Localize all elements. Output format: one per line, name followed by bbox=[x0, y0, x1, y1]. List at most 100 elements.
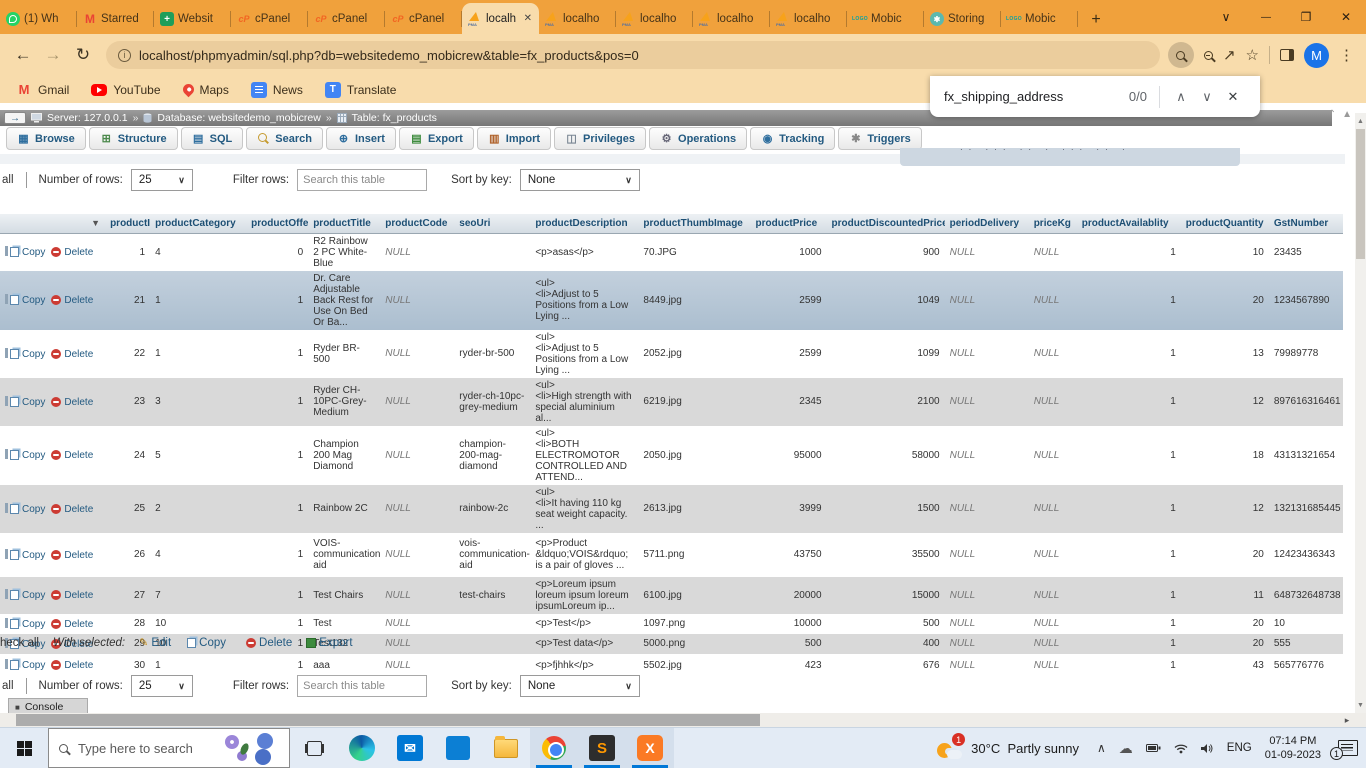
bookmark-item[interactable]: Maps bbox=[183, 83, 229, 97]
header-productOffer[interactable]: productOffer bbox=[246, 214, 308, 233]
file-explorer-button[interactable] bbox=[482, 728, 530, 768]
delete-row-link[interactable]: Delete bbox=[64, 550, 93, 561]
pma-tab-structure[interactable]: Structure bbox=[89, 127, 178, 150]
browser-menu-icon[interactable] bbox=[1339, 46, 1354, 64]
browser-tab[interactable]: Mobic bbox=[847, 4, 924, 34]
header-seoUri[interactable]: seoUri bbox=[454, 214, 530, 233]
pma-tab-sql[interactable]: SQL bbox=[181, 127, 244, 150]
pma-tab-browse[interactable]: Browse bbox=[6, 127, 86, 150]
header-productID[interactable]: productID bbox=[105, 214, 150, 233]
restore-button[interactable] bbox=[1286, 0, 1326, 34]
delete-row-link[interactable]: Delete bbox=[64, 295, 93, 306]
table-row[interactable]: CopyDelete28101TestNULL<p>Test</p>1097.p… bbox=[0, 614, 1343, 634]
header-periodDelivery[interactable]: periodDelivery bbox=[945, 214, 1029, 233]
side-panel-icon[interactable] bbox=[1280, 49, 1294, 61]
browser-tab[interactable]: cPanel bbox=[308, 4, 385, 34]
horizontal-scrollbar[interactable] bbox=[0, 713, 1366, 727]
battery-icon[interactable] bbox=[1146, 743, 1161, 753]
header-productDiscountedPrice[interactable]: productDiscountedPrice bbox=[827, 214, 945, 233]
weather-widget[interactable]: 1 30°C Partly sunny bbox=[927, 728, 1089, 768]
bookmark-item[interactable]: News bbox=[251, 82, 303, 98]
delete-row-link[interactable]: Delete bbox=[64, 247, 93, 258]
tab-close-icon[interactable] bbox=[523, 13, 533, 24]
header-productQuantity[interactable]: productQuantity bbox=[1181, 214, 1269, 233]
pma-tab-operations[interactable]: Operations bbox=[649, 127, 747, 150]
pma-tab-import[interactable]: Import bbox=[477, 127, 551, 150]
rows-per-page-select[interactable]: 25 bbox=[131, 675, 193, 697]
browser-tab[interactable]: cPanel bbox=[231, 4, 308, 34]
bookmark-item[interactable]: Gmail bbox=[16, 82, 69, 98]
pma-tab-triggers[interactable]: Triggers bbox=[838, 127, 921, 150]
share-icon[interactable] bbox=[1223, 46, 1236, 64]
tab-search-chevron-icon[interactable] bbox=[1206, 0, 1246, 34]
header-productThumbImage[interactable]: productThumbImage bbox=[638, 214, 750, 233]
forward-button[interactable] bbox=[38, 40, 68, 70]
table-row[interactable]: CopyDelete2331Ryder CH-10PC-Grey-MediumN… bbox=[0, 378, 1343, 426]
notification-center-button[interactable]: 1 bbox=[1338, 740, 1358, 756]
browser-tab[interactable]: cPanel bbox=[385, 4, 462, 34]
breadcrumb-database[interactable]: Database: websitedemo_mobicrew bbox=[157, 112, 320, 124]
copy-row-link[interactable]: Copy bbox=[22, 349, 45, 360]
browser-tab[interactable]: localh bbox=[462, 3, 539, 34]
header-productDescription[interactable]: productDescription bbox=[530, 214, 638, 233]
new-tab-button[interactable] bbox=[1082, 6, 1110, 34]
browser-tab[interactable]: (1) Wh bbox=[0, 4, 77, 34]
nav-panel-toggle-icon[interactable] bbox=[4, 112, 26, 124]
scroll-right-arrow-icon[interactable] bbox=[1340, 713, 1354, 727]
find-in-page-icon[interactable] bbox=[1168, 42, 1194, 68]
delete-row-link[interactable]: Delete bbox=[64, 397, 93, 408]
address-bar[interactable]: localhost/phpmyadmin/sql.php?db=websited… bbox=[106, 41, 1160, 69]
bookmark-item[interactable]: Translate bbox=[325, 82, 397, 98]
close-window-button[interactable] bbox=[1326, 0, 1366, 34]
find-next-button[interactable] bbox=[1194, 84, 1220, 110]
browser-tab[interactable]: localho bbox=[616, 4, 693, 34]
start-button[interactable] bbox=[0, 728, 48, 768]
site-info-icon[interactable] bbox=[118, 49, 131, 62]
browser-tab[interactable]: Websit bbox=[154, 4, 231, 34]
vertical-scrollbar[interactable] bbox=[1355, 113, 1366, 713]
scroll-up-arrow-icon[interactable] bbox=[1355, 115, 1366, 127]
mail-button[interactable] bbox=[386, 728, 434, 768]
minimize-button[interactable] bbox=[1246, 0, 1286, 34]
table-row[interactable]: CopyDelete2771Test ChairsNULLtest-chairs… bbox=[0, 577, 1343, 614]
scroll-top-icon[interactable] bbox=[1342, 109, 1352, 120]
delete-row-link[interactable]: Delete bbox=[64, 660, 93, 671]
bookmark-item[interactable]: YouTube bbox=[91, 83, 160, 97]
pma-tab-tracking[interactable]: Tracking bbox=[750, 127, 835, 150]
copy-selected-button[interactable]: Copy bbox=[185, 637, 226, 649]
browser-tab[interactable]: localho bbox=[539, 4, 616, 34]
pma-tab-search[interactable]: Search bbox=[246, 127, 323, 150]
console-tab[interactable]: Console bbox=[8, 698, 88, 714]
back-button[interactable] bbox=[8, 40, 38, 70]
delete-row-link[interactable]: Delete bbox=[64, 450, 93, 461]
sort-by-key-select[interactable]: None bbox=[520, 169, 640, 191]
header-productPrice[interactable]: productPrice bbox=[751, 214, 827, 233]
check-all-label[interactable]: heck all bbox=[0, 637, 39, 649]
collapse-icon[interactable] bbox=[1328, 109, 1336, 120]
reload-button[interactable] bbox=[68, 40, 98, 70]
onedrive-icon[interactable] bbox=[1119, 740, 1133, 757]
sort-by-key-select[interactable]: None bbox=[520, 675, 640, 697]
table-row[interactable]: CopyDelete140R2 Rainbow 2 PC White-BlueN… bbox=[0, 233, 1343, 271]
delete-row-link[interactable]: Delete bbox=[64, 590, 93, 601]
copy-row-link[interactable]: Copy bbox=[22, 247, 45, 258]
language-indicator[interactable]: ENG bbox=[1227, 742, 1252, 754]
breadcrumb-table[interactable]: Table: fx_products bbox=[352, 112, 437, 124]
table-row[interactable]: CopyDelete2521Rainbow 2CNULLrainbow-2c<u… bbox=[0, 485, 1343, 533]
header-productCode[interactable]: productCode bbox=[380, 214, 454, 233]
delete-row-link[interactable]: Delete bbox=[64, 504, 93, 515]
sort-options-icon[interactable] bbox=[91, 218, 100, 229]
chrome-button[interactable] bbox=[530, 728, 578, 768]
header-productTitle[interactable]: productTitle bbox=[308, 214, 380, 233]
copy-row-link[interactable]: Copy bbox=[22, 504, 45, 515]
browser-tab[interactable]: localho bbox=[770, 4, 847, 34]
copy-row-link[interactable]: Copy bbox=[22, 295, 45, 306]
xampp-button[interactable] bbox=[626, 728, 674, 768]
tray-chevron-up-icon[interactable] bbox=[1097, 741, 1106, 755]
header-productCategory[interactable]: productCategory bbox=[150, 214, 246, 233]
header-productAvailablity[interactable]: productAvailablity bbox=[1077, 214, 1181, 233]
copy-row-link[interactable]: Copy bbox=[22, 550, 45, 561]
task-view-button[interactable] bbox=[290, 728, 338, 768]
filter-rows-input[interactable] bbox=[297, 169, 427, 191]
show-all-label[interactable]: all bbox=[2, 680, 14, 692]
